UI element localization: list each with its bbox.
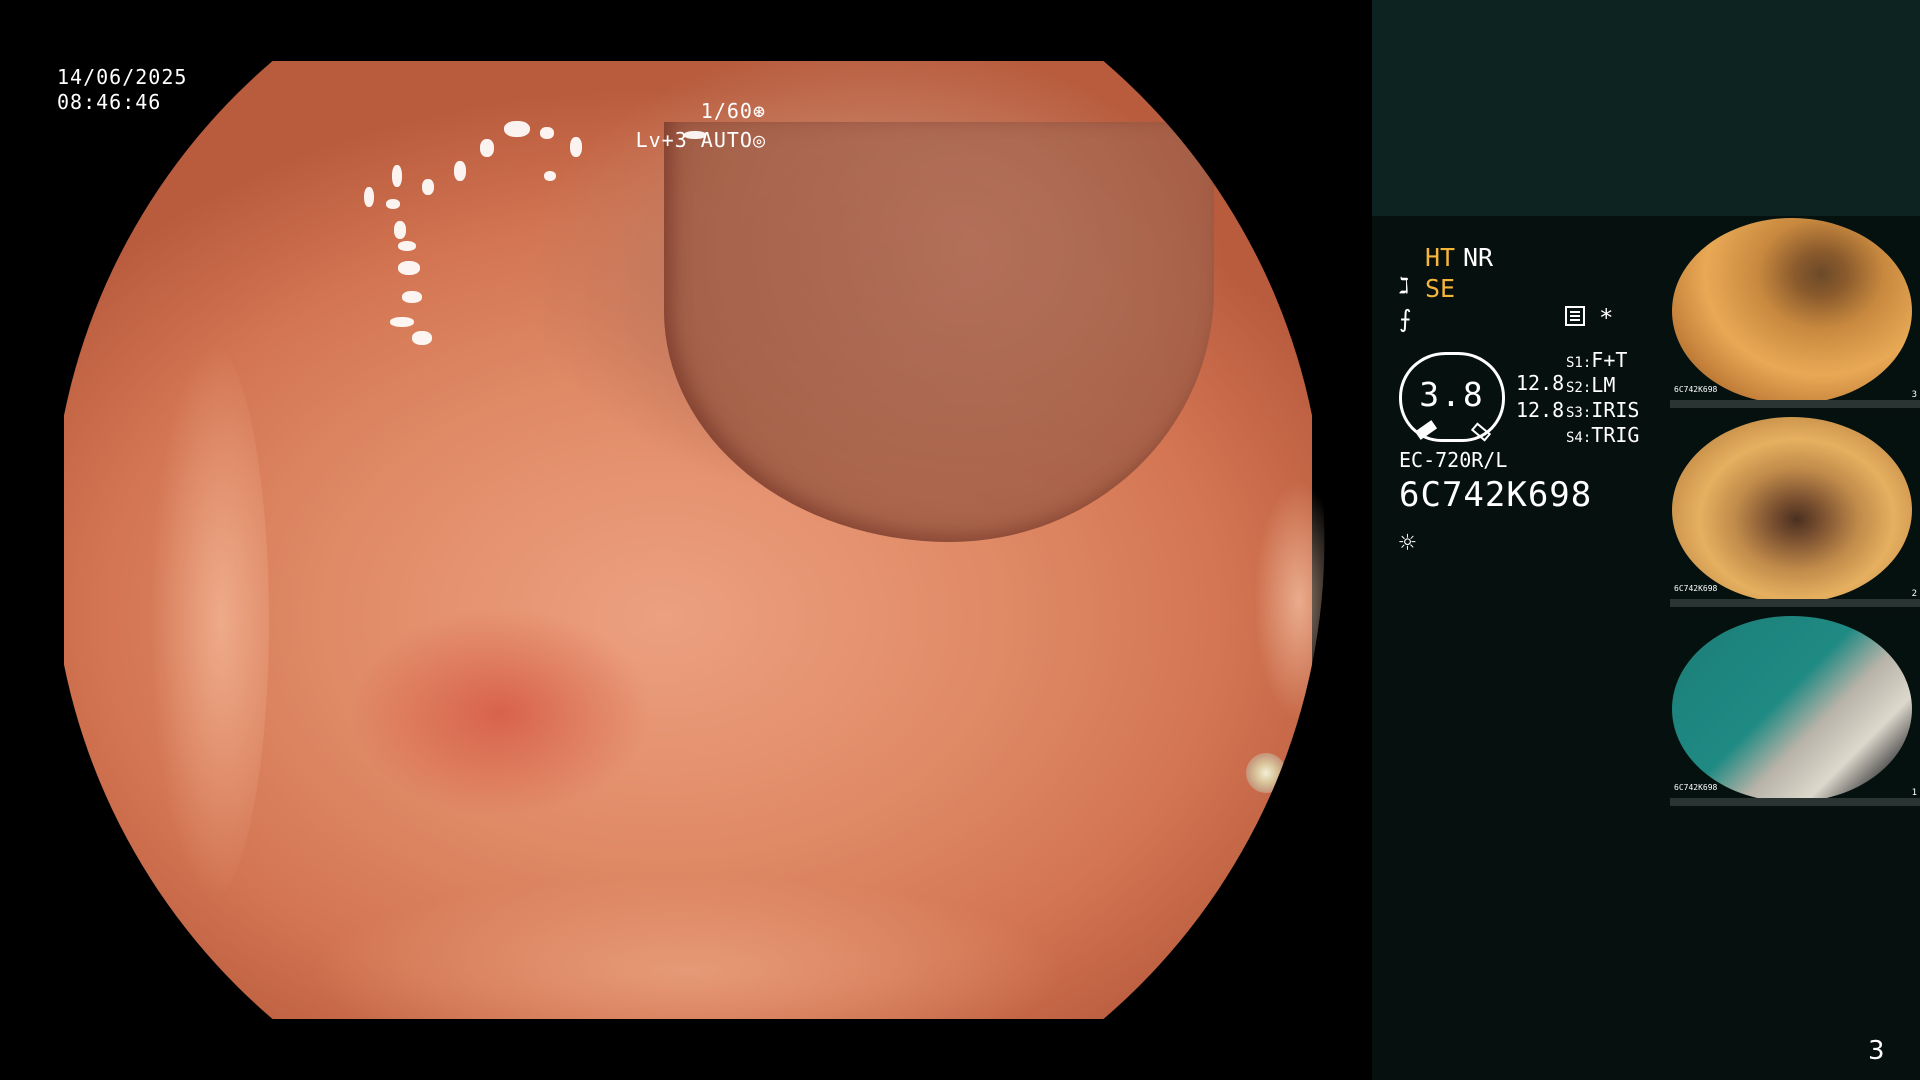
shutter-speed: 1/60⊛ — [701, 98, 766, 125]
thumbnail-image — [1672, 417, 1912, 603]
exam-date: 14/06/2025 — [57, 65, 188, 89]
thumbnail-serial: 6C742K698 — [1674, 584, 1718, 593]
shutter-speed-value: 1/60 — [700, 99, 753, 123]
switch-key: S4 — [1566, 430, 1583, 446]
thumbnail-index: 2 — [1911, 589, 1917, 599]
thumbnail-capture-3[interactable]: 6C742K698 3 — [1670, 216, 1920, 408]
zoom-gauge: 3.8 — [1399, 352, 1505, 442]
mode-ht: HT — [1425, 243, 1456, 272]
thumbnail-capture-1[interactable]: 6C742K698 1 — [1670, 614, 1920, 806]
switch-s4: S4:TRIG — [1566, 423, 1640, 447]
page-number: 3 — [1868, 1036, 1885, 1066]
gauge-marker-right — [1470, 422, 1492, 442]
endoscope-view: 14/06/2025 08:46:46 1/60⊛ Lv+3 AUTO◎ — [0, 0, 1372, 1080]
panel-header-area — [1372, 0, 1920, 216]
small-lesion — [1246, 753, 1286, 793]
switch-s1: S1:F+T — [1566, 348, 1628, 372]
thumbnail-bar — [1670, 798, 1920, 806]
scope-serial: 6C742K698 — [1399, 475, 1593, 515]
thumbnail-capture-2[interactable]: 6C742K698 2 — [1670, 415, 1920, 607]
switch-key: S2 — [1566, 380, 1583, 396]
structure-enhance-icon: ℷ — [1399, 274, 1410, 299]
thumbnail-index: 1 — [1911, 788, 1917, 798]
switch-s2: S2:LM — [1566, 373, 1616, 397]
mode-se: SE — [1425, 274, 1456, 303]
thumbnail-serial: 6C742K698 — [1674, 783, 1718, 792]
mucosal-fold-right — [1254, 481, 1325, 721]
colon-lumen — [664, 122, 1214, 542]
settings-list-icon — [1565, 306, 1585, 326]
color-mode-icon: ⨍ — [1399, 305, 1412, 333]
zoom-gauge-value: 3.8 — [1419, 375, 1485, 414]
thumbnail-bar — [1670, 599, 1920, 607]
reading-1: 12.8 — [1516, 371, 1565, 395]
thumbnail-image — [1672, 616, 1912, 802]
thumbnail-image — [1672, 218, 1912, 404]
switch-value: IRIS — [1591, 398, 1640, 422]
brightness-level-value: Lv+3 AUTO — [635, 128, 753, 152]
endoscopic-image — [64, 61, 1325, 1019]
thumbnail-serial: 6C742K698 — [1674, 385, 1718, 394]
switch-value: F+T — [1591, 348, 1628, 372]
marker-star: * — [1599, 304, 1614, 332]
thumbnail-index: 3 — [1911, 390, 1917, 400]
mode-nr: NR — [1463, 243, 1494, 272]
switch-value: LM — [1591, 373, 1616, 397]
reading-2: 12.8 — [1516, 398, 1565, 422]
aperture-icon: ⊛ — [752, 99, 766, 123]
exam-time: 08:46:46 — [57, 90, 162, 114]
switch-key: S1 — [1566, 355, 1583, 371]
scope-model: EC-720R/L — [1399, 448, 1508, 472]
thumbnail-bar — [1670, 400, 1920, 408]
gauge-marker-left — [1414, 420, 1438, 440]
switch-value: TRIG — [1591, 423, 1640, 447]
light-source-icon: ☼ — [1399, 526, 1416, 559]
specular-highlights — [364, 121, 744, 361]
switch-key: S3 — [1566, 405, 1583, 421]
iris-icon: ◎ — [752, 128, 766, 152]
brightness-level: Lv+3 AUTO◎ — [636, 127, 766, 154]
switch-s3: S3:IRIS — [1566, 398, 1640, 422]
mucosal-fold-left — [149, 341, 269, 901]
